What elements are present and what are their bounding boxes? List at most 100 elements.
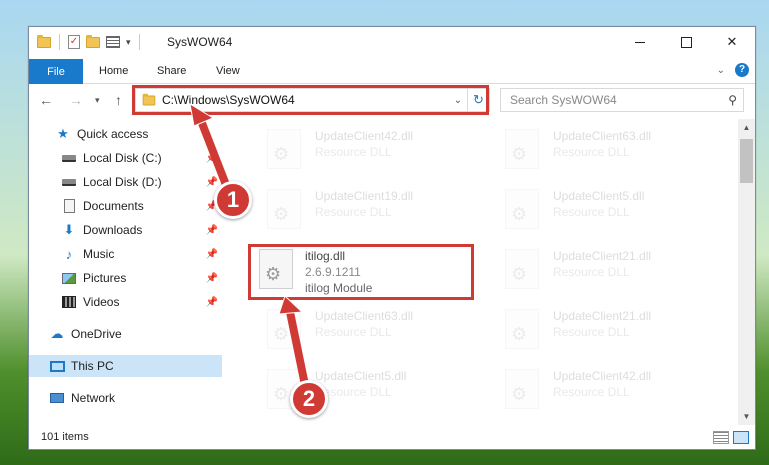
cloud-icon: ☁ <box>50 326 64 341</box>
refresh-icon[interactable]: ↻ <box>467 89 489 111</box>
dll-file-icon <box>259 249 293 289</box>
properties-icon[interactable] <box>106 36 120 48</box>
large-icons-view-icon[interactable] <box>733 431 749 444</box>
dll-file-icon <box>505 249 539 289</box>
search-icon[interactable]: ⚲ <box>728 93 737 107</box>
pin-icon[interactable]: 📌 <box>206 153 218 164</box>
file-description: Resource DLL <box>553 145 630 159</box>
scroll-up-icon[interactable]: ▲ <box>738 119 755 136</box>
tab-view[interactable]: View <box>216 65 240 77</box>
file-item[interactable]: UpdateClient19.dll Resource DLL <box>249 185 479 243</box>
nav-item-videos[interactable]: Videos 📌 <box>29 291 222 313</box>
pin-icon[interactable]: 📌 <box>206 177 218 188</box>
file-item[interactable]: UpdateClient63.dll Resource DLL <box>487 125 717 183</box>
pin-icon[interactable]: 📌 <box>206 225 218 236</box>
window-controls: ✕ <box>617 27 755 57</box>
up-arrow-icon[interactable]: ↑ <box>115 92 122 108</box>
nav-item-label: Documents <box>83 199 144 213</box>
tab-home[interactable]: Home <box>99 65 128 77</box>
vertical-scrollbar[interactable]: ▲ ▼ <box>738 119 755 425</box>
nav-item-downloads[interactable]: ⬇ Downloads 📌 <box>29 219 222 241</box>
pin-icon[interactable]: 📌 <box>206 297 218 308</box>
nav-item-quick-access[interactable]: ★ Quick access <box>29 123 222 145</box>
download-icon: ⬇ <box>63 222 75 237</box>
file-description: Resource DLL <box>553 325 630 339</box>
nav-item-this-pc[interactable]: This PC <box>29 355 222 377</box>
scroll-thumb[interactable] <box>740 139 753 183</box>
file-item[interactable]: UpdateClient63.dll Resource DLL <box>249 305 479 363</box>
file-item[interactable]: UpdateClient21.dll Resource DLL <box>487 305 717 363</box>
ribbon-right-controls: ⌄ ? <box>717 63 749 77</box>
file-item[interactable]: UpdateClient21.dll Resource DLL <box>487 245 717 303</box>
file-item[interactable]: UpdateClient42.dll Resource DLL <box>487 365 717 423</box>
forward-arrow-icon[interactable]: → <box>69 92 83 108</box>
dll-file-icon <box>505 309 539 349</box>
music-icon: ♪ <box>65 246 73 262</box>
folder-icon <box>142 93 156 105</box>
tab-file[interactable]: File <box>29 59 83 84</box>
minimize-button[interactable] <box>617 27 663 57</box>
nav-item-label: Local Disk (C:) <box>83 151 162 165</box>
nav-item-pictures[interactable]: Pictures 📌 <box>29 267 222 289</box>
new-folder-icon[interactable] <box>86 34 100 48</box>
file-description: Resource DLL <box>315 325 392 339</box>
scroll-down-icon[interactable]: ▼ <box>738 408 755 425</box>
computer-icon <box>49 358 65 374</box>
close-button[interactable]: ✕ <box>709 27 755 57</box>
search-box[interactable]: Search SysWOW64 ⚲ <box>500 88 744 112</box>
drive-icon <box>61 174 77 190</box>
document-icon <box>61 198 77 214</box>
pictures-icon <box>61 270 77 286</box>
nav-item-local-disk-d[interactable]: Local Disk (D:) 📌 <box>29 171 222 193</box>
address-bar[interactable]: C:\Windows\SysWOW64 ⌄ ↻ <box>135 88 490 112</box>
tab-share[interactable]: Share <box>157 65 186 77</box>
folder-icon[interactable] <box>37 34 51 48</box>
file-name: UpdateClient19.dll <box>315 189 414 203</box>
dll-file-icon <box>505 129 539 169</box>
dll-file-icon <box>267 309 301 349</box>
file-name: UpdateClient63.dll <box>315 309 414 323</box>
title-bar: ✓ ▾ SysWOW64 ✕ <box>29 27 755 59</box>
dll-file-icon <box>505 369 539 409</box>
nav-item-network[interactable]: Network <box>29 387 222 409</box>
recent-locations-icon[interactable]: ▾ <box>95 95 100 106</box>
pin-icon[interactable]: 📌 <box>206 273 218 284</box>
expand-ribbon-icon[interactable]: ⌄ <box>717 65 725 76</box>
file-item[interactable]: UpdateClient42.dll Resource DLL <box>249 125 479 183</box>
dll-file-icon <box>267 129 301 169</box>
file-version: 2.6.9.1211 <box>305 265 361 279</box>
nav-item-music[interactable]: ♪ Music 📌 <box>29 243 222 265</box>
address-dropdown-icon[interactable]: ⌄ <box>449 95 467 106</box>
file-item[interactable]: UpdateClient5.dll Resource DLL <box>249 365 479 423</box>
help-icon[interactable]: ? <box>735 63 749 77</box>
item-count: 101 items <box>41 431 89 443</box>
nav-item-label: This PC <box>71 359 114 373</box>
address-path[interactable]: C:\Windows\SysWOW64 <box>162 93 449 107</box>
file-description: Resource DLL <box>553 385 630 399</box>
status-bar: 101 items <box>29 427 755 449</box>
properties-check-icon[interactable]: ✓ <box>68 35 80 49</box>
callout-1: 1 <box>214 181 252 219</box>
toolbar-divider <box>138 34 140 50</box>
back-arrow-icon[interactable]: ← <box>39 92 53 108</box>
nav-item-label: Local Disk (D:) <box>83 175 162 189</box>
customize-dropdown-icon[interactable]: ▾ <box>126 37 131 48</box>
nav-item-documents[interactable]: Documents 📌 <box>29 195 222 217</box>
file-name: UpdateClient21.dll <box>553 309 652 323</box>
nav-item-local-disk-c[interactable]: Local Disk (C:) 📌 <box>29 147 222 169</box>
network-icon <box>49 390 65 406</box>
file-list: UpdateClient42.dll Resource DLL UpdateCl… <box>229 119 737 425</box>
details-view-icon[interactable] <box>713 431 729 444</box>
maximize-button[interactable] <box>663 27 709 57</box>
nav-item-label: Quick access <box>77 127 149 141</box>
nav-item-onedrive[interactable]: ☁ OneDrive <box>29 323 222 345</box>
star-icon: ★ <box>57 126 69 141</box>
file-item[interactable]: UpdateClient5.dll Resource DLL <box>487 185 717 243</box>
toolbar-divider <box>59 34 60 50</box>
file-name: UpdateClient5.dll <box>315 369 407 383</box>
file-name: UpdateClient42.dll <box>553 369 652 383</box>
file-item-itilog[interactable]: itilog.dll 2.6.9.1211 itilog Module <box>259 245 489 303</box>
pin-icon[interactable]: 📌 <box>206 249 218 260</box>
file-name: itilog.dll <box>305 249 346 263</box>
nav-item-label: Videos <box>83 295 120 309</box>
